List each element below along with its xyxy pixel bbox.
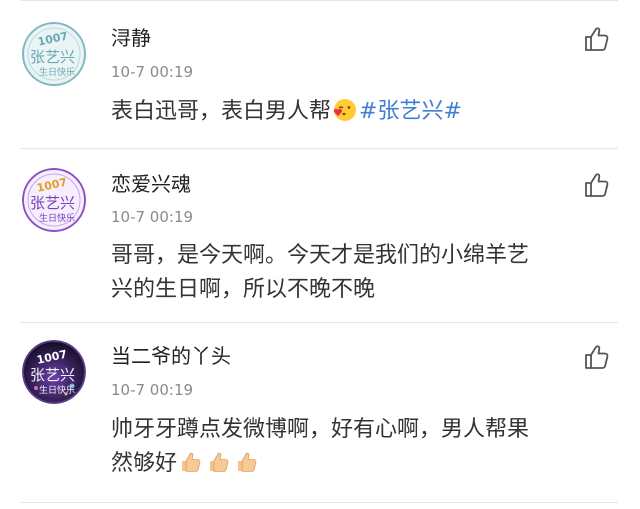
thumbs-up-outline-icon [585,173,609,197]
avatar-name: 张艺兴 [30,48,75,66]
comment-item: 1007 张艺兴 生日快乐 当二爷的丫头 10-7 00:19 帅牙牙蹲点发微博… [0,322,640,502]
thumbs-up-emoji [206,449,232,486]
username[interactable]: 浔静 [111,26,151,50]
avatar[interactable]: 1007 张艺兴 生日快乐 [22,168,86,232]
avatar-tagline: 生日快乐 [39,66,75,78]
like-button[interactable] [583,343,611,371]
comment-text-body: 表白迅哥，表白男人帮 [111,99,332,124]
hashtag-link[interactable]: #张艺兴# [359,99,462,124]
comment-text-line-2: 然够好 [111,447,621,486]
thumbs-up-emoji [234,449,260,486]
thumbs-up-outline-icon [585,27,609,51]
thumbs-up-emoji [178,449,204,486]
avatar[interactable]: 1007 张艺兴 生日快乐 [22,22,86,86]
like-button[interactable] [583,171,611,199]
comment-text: 哥哥，是今天啊。今天才是我们的小绵羊艺 兴的生日啊，所以不晚不晚 [111,239,621,307]
comment-text-line: 帅牙牙蹲点发微博啊，好有心啊，男人帮果 [111,417,530,442]
comment-text-line: 哥哥，是今天啊。今天才是我们的小绵羊艺 [111,243,530,268]
username[interactable]: 恋爱兴魂 [111,172,191,196]
comment-text-line: 然够好 [111,451,178,476]
timestamp: 10-7 00:19 [111,63,194,81]
comment-text: 帅牙牙蹲点发微博啊，好有心啊，男人帮果 然够好 [111,413,621,486]
avatar[interactable]: 1007 张艺兴 生日快乐 [22,340,86,404]
timestamp: 10-7 00:19 [111,381,194,399]
kissing-heart-emoji [332,97,358,134]
comment-item: 1007 张艺兴 生日快乐 浔静 10-7 00:19 表白迅哥，表白男人帮 #… [0,0,640,148]
comment-item: 1007 张艺兴 生日快乐 恋爱兴魂 10-7 00:19 哥哥，是今天啊。今天… [0,148,640,322]
thumbs-up-outline-icon [585,345,609,369]
username[interactable]: 当二爷的丫头 [111,344,231,368]
avatar-name: 张艺兴 [30,366,75,384]
avatar-tagline: 生日快乐 [39,212,75,224]
comment-divider [20,502,618,503]
like-button[interactable] [583,25,611,53]
timestamp: 10-7 00:19 [111,208,194,226]
avatar-name: 张艺兴 [30,194,75,212]
comment-text: 表白迅哥，表白男人帮 #张艺兴# [111,95,621,134]
avatar-tagline: 生日快乐 [39,384,75,396]
comment-text-line: 兴的生日啊，所以不晚不晚 [111,277,376,302]
